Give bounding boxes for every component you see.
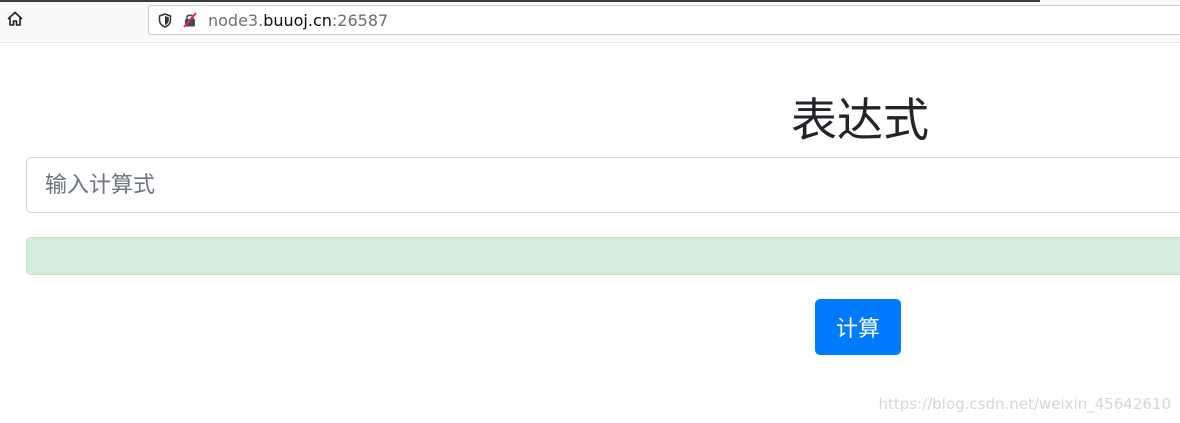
home-icon	[7, 11, 23, 31]
url-text: node3.buuoj.cn:26587	[208, 10, 388, 32]
shield-icon[interactable]	[157, 12, 173, 28]
url-prefix: node3.	[208, 11, 264, 30]
watermark: https://blog.csdn.net/weixin_45642610	[878, 395, 1171, 413]
calculate-button[interactable]: 计算	[815, 299, 901, 355]
page: node3.buuoj.cn:26587 表达式 计算 https://blog…	[0, 0, 1180, 423]
page-title: 表达式	[791, 93, 929, 147]
home-button[interactable]	[4, 10, 26, 32]
result-alert	[26, 237, 1180, 275]
address-bar[interactable]: node3.buuoj.cn:26587	[148, 5, 1180, 35]
tab-strip-edge	[0, 0, 1040, 2]
expression-input[interactable]	[26, 157, 1180, 213]
insecure-lock-icon[interactable]	[182, 12, 198, 28]
url-domain: buuoj.cn	[263, 11, 332, 30]
url-port: :26587	[331, 11, 389, 30]
browser-toolbar: node3.buuoj.cn:26587	[0, 0, 1180, 43]
